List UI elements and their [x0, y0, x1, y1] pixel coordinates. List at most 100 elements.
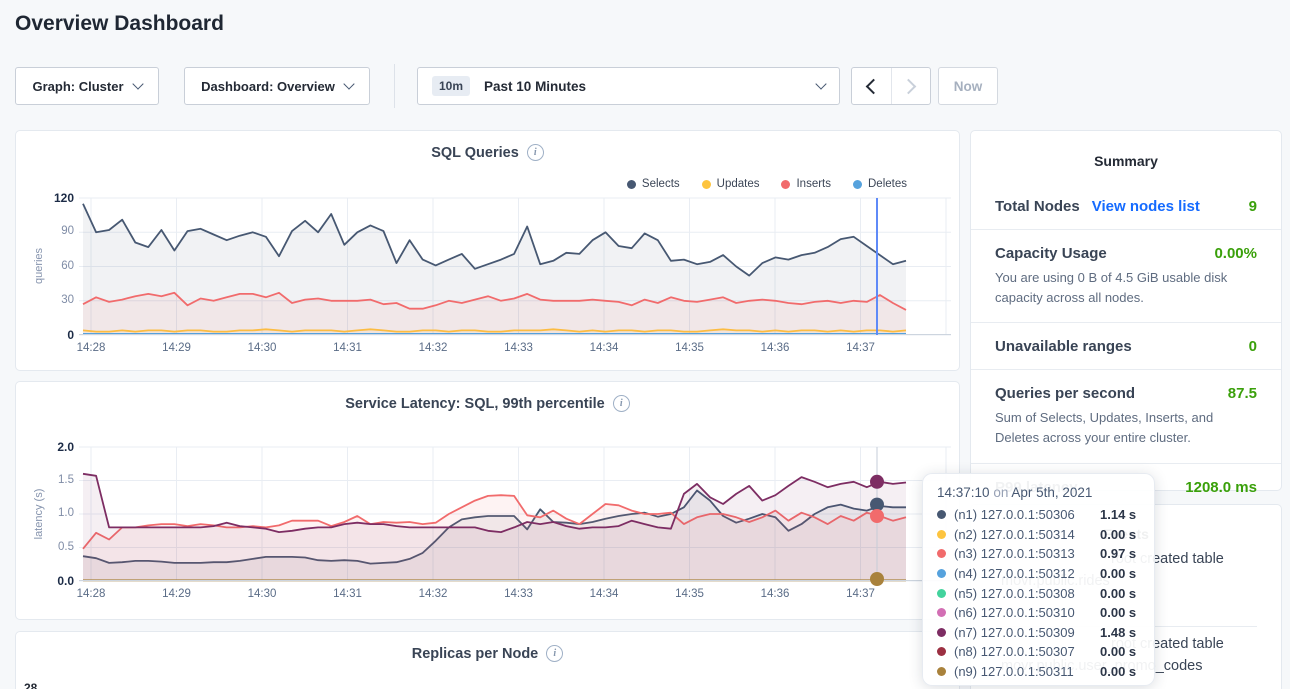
node-color-dot	[937, 530, 946, 539]
node-address: (n4) 127.0.0.1:50312	[954, 566, 1100, 581]
info-icon[interactable]: i	[613, 395, 630, 412]
legend-label: Updates	[717, 178, 760, 190]
node-address: (n5) 127.0.0.1:50308	[954, 586, 1100, 601]
total-nodes-value: 9	[1249, 198, 1257, 215]
sql-queries-legend: Selects Updates Inserts Deletes	[627, 178, 907, 190]
y-tick-label: 30	[34, 294, 74, 306]
node-color-dot	[937, 549, 946, 558]
node-color-dot	[937, 510, 946, 519]
qps-value: 87.5	[1228, 385, 1257, 402]
summary-title: Summary	[971, 131, 1281, 169]
x-tick-label: 14:33	[495, 342, 543, 354]
node-latency-value: 0.00 s	[1100, 644, 1136, 659]
sql-queries-chart-title: SQL Queries	[431, 145, 519, 161]
x-tick-label: 14:37	[837, 588, 885, 600]
x-tick-label: 14:35	[666, 588, 714, 600]
time-range-picker[interactable]: 10m Past 10 Minutes	[417, 67, 840, 105]
tooltip-node-row: (n9) 127.0.0.1:503110.00 s	[937, 662, 1140, 682]
replicas-chart-title: Replicas per Node	[412, 646, 539, 662]
y-tick-label: 120	[34, 191, 74, 205]
y-tick-label: 90	[34, 225, 74, 237]
summary-row-capacity: Capacity Usage 0.00% You are using 0 B o…	[971, 229, 1281, 322]
chevron-right-icon	[901, 78, 917, 94]
legend-label: Deletes	[868, 178, 907, 190]
unavailable-ranges-label: Unavailable ranges	[995, 338, 1132, 355]
summary-row-qps: Queries per second 87.5 Sum of Selects, …	[971, 369, 1281, 462]
node-color-dot	[937, 667, 946, 676]
p99-latency-value: 1208.0 ms	[1185, 479, 1257, 496]
time-range-badge: 10m	[432, 76, 470, 96]
tooltip-node-row: (n4) 127.0.0.1:503120.00 s	[937, 564, 1140, 584]
node-address: (n9) 127.0.0.1:50311	[954, 664, 1100, 679]
x-tick-label: 14:29	[153, 588, 201, 600]
dashboard-dropdown[interactable]: Dashboard: Overview	[184, 67, 370, 105]
node-latency-value: 0.00 s	[1100, 605, 1136, 620]
page-title: Overview Dashboard	[15, 12, 224, 36]
x-tick-label: 14:29	[153, 342, 201, 354]
time-step-buttons	[851, 67, 931, 105]
service-latency-chart-title: Service Latency: SQL, 99th percentile	[345, 396, 605, 412]
qps-note: Sum of Selects, Updates, Inserts, and De…	[995, 408, 1257, 448]
tooltip-node-row: (n2) 127.0.0.1:503140.00 s	[937, 525, 1140, 545]
service-latency-chart[interactable]	[79, 447, 951, 581]
x-tick-label: 14:28	[67, 588, 115, 600]
tooltip-node-row: (n1) 127.0.0.1:503061.14 s	[937, 505, 1140, 525]
total-nodes-label: Total Nodes	[995, 198, 1080, 215]
legend-item-selects[interactable]: Selects	[627, 178, 680, 190]
node-address: (n1) 127.0.0.1:50306	[954, 507, 1100, 522]
x-tick-label: 14:28	[67, 342, 115, 354]
info-icon[interactable]: i	[527, 144, 544, 161]
unavailable-ranges-value: 0	[1249, 338, 1257, 355]
time-step-forward-button[interactable]	[891, 68, 931, 104]
graph-dropdown[interactable]: Graph: Cluster	[15, 67, 159, 105]
legend-dot	[702, 180, 711, 189]
qps-label: Queries per second	[995, 385, 1135, 402]
node-latency-value: 0.00 s	[1100, 664, 1136, 679]
legend-item-updates[interactable]: Updates	[702, 178, 760, 190]
legend-item-deletes[interactable]: Deletes	[853, 178, 907, 190]
node-latency-value: 1.48 s	[1100, 625, 1136, 640]
sql-queries-panel: SQL Queries i Selects Updates Inserts Delet…	[15, 130, 960, 371]
x-tick-label: 14:37	[837, 342, 885, 354]
x-tick-label: 14:30	[238, 342, 286, 354]
now-button[interactable]: Now	[938, 67, 998, 105]
toolbar-divider	[394, 64, 395, 108]
service-latency-panel: Service Latency: SQL, 99th percentile i …	[15, 381, 960, 620]
y-tick-label: 60	[34, 260, 74, 272]
legend-label: Selects	[642, 178, 680, 190]
node-color-dot	[937, 647, 946, 656]
node-address: (n7) 127.0.0.1:50309	[954, 625, 1100, 640]
summary-row-unavailable-ranges: Unavailable ranges 0	[971, 322, 1281, 369]
dashboard-dropdown-label: Dashboard: Overview	[201, 79, 335, 94]
node-color-dot	[937, 608, 946, 617]
legend-item-inserts[interactable]: Inserts	[781, 178, 831, 190]
node-latency-value: 0.00 s	[1100, 586, 1136, 601]
sql-queries-chart[interactable]	[79, 198, 951, 335]
x-tick-label: 14:31	[324, 342, 372, 354]
x-tick-label: 14:35	[666, 342, 714, 354]
chart-hover-tooltip: 14:37:10 on Apr 5th, 2021 (n1) 127.0.0.1…	[922, 473, 1155, 686]
time-range-label: Past 10 Minutes	[484, 79, 817, 94]
node-address: (n3) 127.0.0.1:50313	[954, 546, 1100, 561]
node-address: (n6) 127.0.0.1:50310	[954, 605, 1100, 620]
y-tick-label: 1.0	[34, 507, 74, 519]
x-tick-label: 14:30	[238, 588, 286, 600]
x-tick-label: 14:34	[580, 342, 628, 354]
time-step-back-button[interactable]	[852, 68, 891, 104]
y-tick-label: 0	[34, 328, 74, 342]
node-latency-value: 1.14 s	[1100, 507, 1136, 522]
node-color-dot	[937, 589, 946, 598]
replicas-per-node-panel: Replicas per Node i	[15, 631, 960, 689]
chevron-left-icon	[865, 78, 881, 94]
info-icon[interactable]: i	[546, 645, 563, 662]
node-address: (n2) 127.0.0.1:50314	[954, 527, 1100, 542]
chevron-down-icon	[815, 78, 826, 89]
summary-row-total-nodes: Total Nodes View nodes list 9	[971, 183, 1281, 229]
y-tick-label: 0.5	[34, 541, 74, 553]
x-tick-label: 14:34	[580, 588, 628, 600]
x-tick-label: 14:36	[751, 588, 799, 600]
view-nodes-list-link[interactable]: View nodes list	[1092, 198, 1200, 215]
x-tick-label: 14:32	[409, 342, 457, 354]
graph-dropdown-label: Graph: Cluster	[32, 79, 123, 94]
node-latency-value: 0.00 s	[1100, 527, 1136, 542]
